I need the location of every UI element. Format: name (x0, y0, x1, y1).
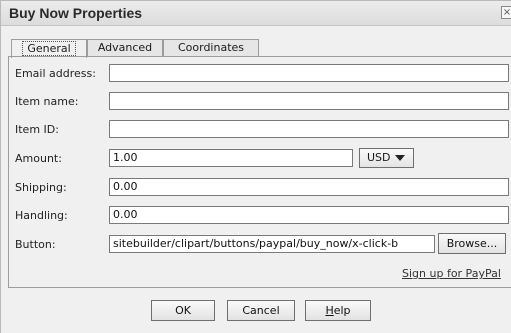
chevron-down-icon (395, 155, 405, 161)
currency-value: USD (367, 151, 391, 164)
tab-advanced[interactable]: Advanced (87, 39, 163, 57)
tab-coordinates-label: Coordinates (177, 41, 245, 54)
item-name-label: Item name: (15, 95, 79, 108)
tab-coordinates[interactable]: Coordinates (163, 39, 259, 57)
item-id-label: Item ID: (15, 123, 59, 136)
amount-label: Amount: (15, 152, 62, 165)
buy-now-properties-dialog: Buy Now Properties × General Advanced Co… (0, 0, 511, 333)
general-tab-panel (8, 56, 511, 288)
shipping-label: Shipping: (15, 181, 67, 194)
title-bar: Buy Now Properties × (1, 1, 511, 26)
item-name-field[interactable] (109, 92, 509, 110)
handling-label: Handling: (15, 209, 68, 222)
help-mnemonic: H (325, 304, 334, 317)
item-id-field[interactable] (109, 120, 509, 138)
currency-select[interactable]: USD (359, 148, 414, 168)
button-image-path-field[interactable]: sitebuilder/clipart/buttons/paypal/buy_n… (109, 235, 435, 253)
email-field[interactable] (109, 64, 509, 82)
help-button[interactable]: Help (305, 300, 371, 321)
browse-button[interactable]: Browse... (438, 233, 506, 254)
tab-advanced-label: Advanced (97, 41, 153, 54)
sign-up-paypal-link[interactable]: Sign up for PayPal (402, 267, 501, 280)
cancel-button[interactable]: Cancel (227, 300, 295, 321)
tab-general-label: General (22, 41, 76, 56)
dialog-title: Buy Now Properties (9, 5, 143, 21)
email-label: Email address: (15, 67, 96, 80)
button-label: Button: (15, 238, 56, 251)
shipping-field[interactable]: 0.00 (109, 178, 509, 196)
help-label-rest: elp (333, 304, 351, 317)
amount-field[interactable]: 1.00 (109, 149, 353, 167)
ok-button[interactable]: OK (151, 300, 215, 321)
close-icon[interactable]: × (501, 6, 511, 19)
handling-field[interactable]: 0.00 (109, 206, 509, 224)
